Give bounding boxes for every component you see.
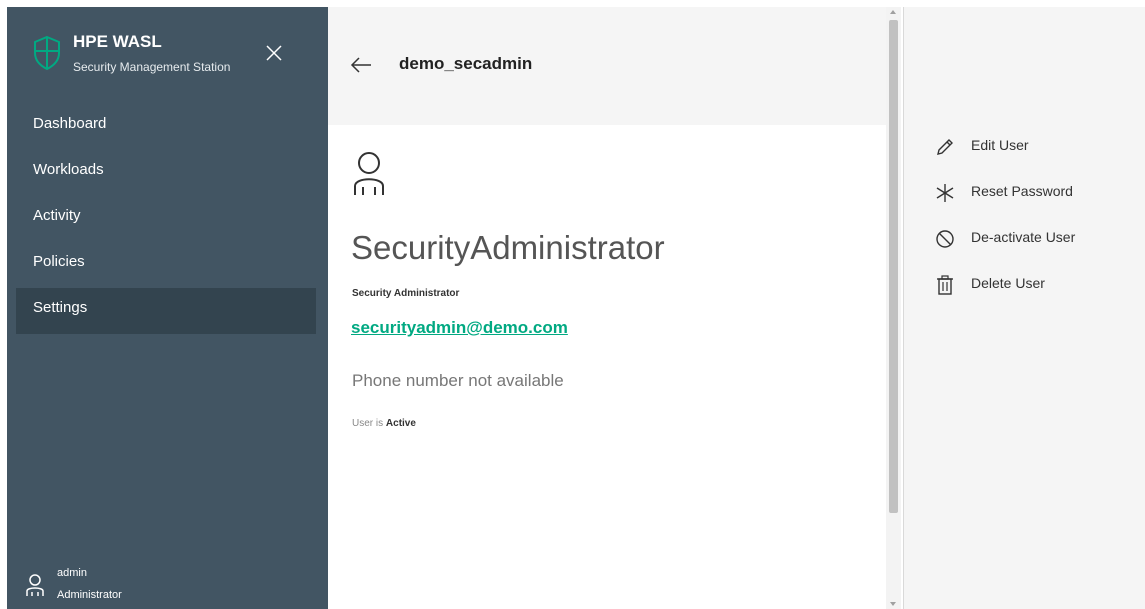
scrollbar-thumb[interactable] — [889, 20, 898, 513]
user-status: User is Active — [352, 418, 416, 429]
user-role: Security Administrator — [352, 288, 460, 299]
user-status-value: Active — [385, 418, 416, 429]
edit-user-button[interactable]: Edit User — [935, 135, 1135, 159]
block-icon — [936, 230, 954, 248]
shield-logo-icon — [34, 35, 60, 71]
deactivate-user-button[interactable]: De-activate User — [935, 227, 1135, 251]
current-user[interactable]: admin Administrator — [25, 561, 245, 609]
user-actions-panel: Edit User Reset Password De-activate Use… — [904, 7, 1145, 609]
close-icon[interactable] — [263, 42, 285, 64]
user-email-link[interactable]: securityadmin@demo.com — [351, 318, 568, 338]
sidebar-item-policies[interactable]: Policies — [16, 242, 316, 288]
delete-user-label: Delete User — [971, 275, 1045, 291]
deactivate-user-label: De-activate User — [971, 229, 1076, 245]
brand-title: HPE WASL — [73, 32, 162, 51]
user-phone: Phone number not available — [352, 371, 564, 390]
user-status-prefix: User is — [352, 418, 384, 429]
edit-user-label: Edit User — [971, 137, 1029, 153]
sidebar: HPE WASL Security Management Station Das… — [7, 7, 328, 609]
user-icon — [26, 574, 44, 596]
detail-header: demo_secadmin — [328, 7, 886, 125]
current-user-role: Administrator — [57, 589, 122, 601]
brand-subtitle: Security Management Station — [73, 60, 231, 74]
reset-password-label: Reset Password — [971, 183, 1073, 199]
sidebar-item-activity[interactable]: Activity — [16, 196, 316, 242]
pencil-icon — [937, 139, 953, 155]
scroll-up-icon[interactable] — [890, 10, 896, 14]
page-title: demo_secadmin — [399, 54, 533, 73]
sidebar-item-settings[interactable]: Settings — [16, 288, 316, 334]
sidebar-item-dashboard[interactable]: Dashboard — [16, 104, 316, 150]
sidebar-item-workloads[interactable]: Workloads — [16, 150, 316, 196]
scrollbar[interactable] — [886, 7, 901, 609]
user-display-name: SecurityAdministrator — [351, 229, 665, 266]
asterisk-icon — [936, 184, 954, 202]
delete-user-button[interactable]: Delete User — [935, 273, 1135, 297]
current-user-name: admin — [57, 567, 87, 579]
reset-password-button[interactable]: Reset Password — [935, 181, 1135, 205]
sidebar-nav: Dashboard Workloads Activity Policies Se… — [16, 104, 316, 334]
back-arrow-icon[interactable] — [350, 57, 372, 73]
trash-icon — [937, 275, 953, 295]
scroll-down-icon[interactable] — [890, 602, 896, 606]
user-profile-icon — [354, 152, 384, 195]
